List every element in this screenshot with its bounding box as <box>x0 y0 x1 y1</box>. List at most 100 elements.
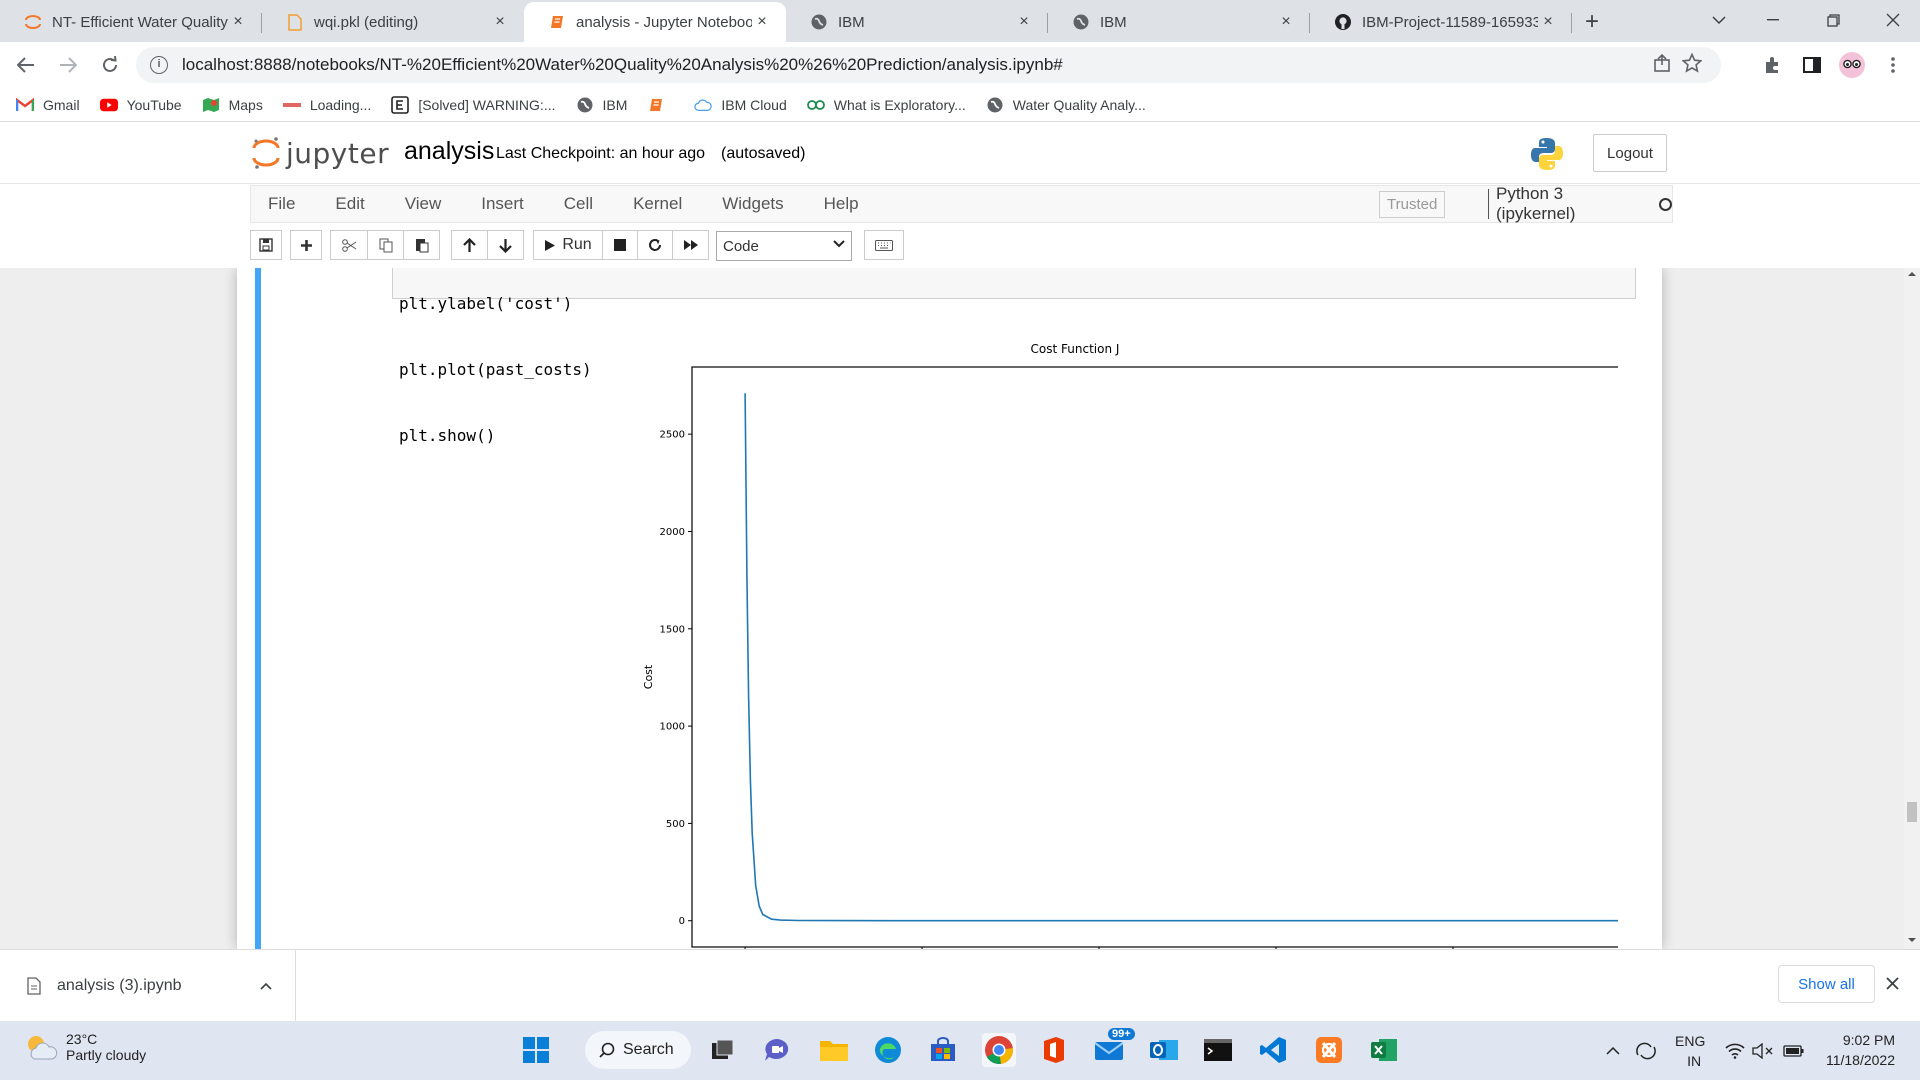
sync-icon[interactable] <box>1634 1021 1658 1080</box>
bookmark-label: IBM Cloud <box>721 96 787 113</box>
show-all-button[interactable]: Show all <box>1778 965 1875 1003</box>
cut-button[interactable] <box>330 230 368 260</box>
tab-search-icon[interactable] <box>1696 0 1742 40</box>
close-icon[interactable]: × <box>752 13 772 31</box>
browser-tab[interactable]: wqi.pkl (editing) × <box>262 2 524 42</box>
trusted-indicator[interactable]: Trusted <box>1379 191 1446 218</box>
copy-button[interactable] <box>367 230 404 260</box>
mail-icon[interactable]: 99+ <box>1092 1026 1137 1067</box>
terminal-icon[interactable] <box>1201 1033 1235 1067</box>
page-scrollbar[interactable] <box>1904 268 1920 949</box>
bookmark-ibm-cloud[interactable]: IBM Cloud <box>694 96 787 114</box>
code-cell-input[interactable]: plt.ylabel('cost') plt.plot(past_costs) … <box>392 268 1636 445</box>
close-icon[interactable]: × <box>1014 13 1034 31</box>
close-icon[interactable]: × <box>228 13 248 31</box>
bookmark-loading[interactable]: Loading... <box>282 96 372 114</box>
wifi-icon[interactable] <box>1725 1021 1745 1080</box>
side-panel-icon[interactable] <box>1796 49 1828 81</box>
menu-icon[interactable] <box>1877 49 1909 81</box>
url-text[interactable]: localhost:8888/notebooks/NT-%20Efficient… <box>182 55 1647 75</box>
office-icon[interactable] <box>1037 1033 1071 1067</box>
vscode-icon[interactable] <box>1256 1033 1290 1067</box>
menu-cell[interactable]: Cell <box>547 194 616 214</box>
command-palette-button[interactable] <box>864 230 904 260</box>
region-code: IN <box>1687 1052 1702 1069</box>
bookmark-solved-warning[interactable]: [Solved] WARNING:... <box>391 95 556 114</box>
restart-button[interactable] <box>637 230 673 260</box>
task-view-icon[interactable] <box>705 1033 739 1067</box>
bookmark-label: Loading... <box>309 96 372 113</box>
bookmark-exploratory[interactable]: What is Exploratory... <box>806 96 966 114</box>
share-icon[interactable] <box>1647 53 1677 77</box>
download-item[interactable]: analysis (3).ipynb <box>0 950 296 1022</box>
store-icon[interactable] <box>926 1033 960 1067</box>
move-up-button[interactable] <box>451 230 488 260</box>
insert-cell-button[interactable] <box>290 230 322 260</box>
weather-widget[interactable]: 23°C Partly cloudy <box>24 1031 146 1063</box>
bookmark-notebook[interactable] <box>647 96 674 114</box>
profile-avatar[interactable] <box>1836 49 1868 81</box>
menu-edit[interactable]: Edit <box>318 194 387 214</box>
bookmark-water-quality[interactable]: Water Quality Analy... <box>986 96 1146 114</box>
outlook-icon[interactable] <box>1147 1033 1181 1067</box>
forward-icon[interactable] <box>50 47 86 83</box>
taskbar-search[interactable]: Search <box>585 1031 691 1069</box>
close-icon[interactable] <box>1886 970 1899 996</box>
tray-chevron-icon[interactable] <box>1606 1021 1620 1080</box>
bookmark-gmail[interactable]: Gmail <box>16 96 80 114</box>
bookmark-youtube[interactable]: YouTube <box>99 96 182 114</box>
menu-kernel[interactable]: Kernel <box>616 194 705 214</box>
interrupt-button[interactable] <box>602 230 638 260</box>
xampp-icon[interactable] <box>1312 1033 1346 1067</box>
logout-button[interactable]: Logout <box>1593 134 1667 172</box>
close-icon[interactable]: × <box>1538 13 1558 31</box>
clock[interactable]: 9:02 PM 11/18/2022 <box>1815 1030 1895 1070</box>
menu-widgets[interactable]: Widgets <box>705 194 806 214</box>
battery-icon[interactable] <box>1783 1021 1805 1080</box>
notebook-icon <box>647 96 665 114</box>
menu-file[interactable]: File <box>251 194 318 214</box>
kernel-indicator[interactable]: Python 3 (ipykernel) <box>1488 184 1672 223</box>
chrome-icon[interactable] <box>982 1033 1016 1067</box>
browser-tab[interactable]: IBM-Project-11589-165933 × <box>1310 2 1572 42</box>
paste-button[interactable] <box>403 230 440 260</box>
new-tab-button[interactable]: + <box>1572 2 1612 42</box>
address-bar[interactable]: i localhost:8888/notebooks/NT-%20Efficie… <box>136 47 1721 83</box>
notebook-name[interactable]: analysis <box>404 137 494 166</box>
menu-help[interactable]: Help <box>807 194 882 214</box>
bookmark-star-icon[interactable] <box>1677 52 1707 78</box>
info-icon[interactable]: i <box>150 56 168 74</box>
extensions-icon[interactable] <box>1756 49 1788 81</box>
save-button[interactable] <box>250 230 282 260</box>
move-down-button[interactable] <box>487 230 524 260</box>
minimize-icon[interactable] <box>1750 0 1796 40</box>
close-window-icon[interactable] <box>1870 0 1916 40</box>
start-icon[interactable] <box>519 1033 553 1067</box>
cell-type-select[interactable]: Code <box>716 231 852 261</box>
bookmark-maps[interactable]: Maps <box>202 96 263 114</box>
close-icon[interactable]: × <box>1276 13 1296 31</box>
language-indicator[interactable]: ENG IN <box>1675 1021 1705 1080</box>
paste-icon <box>415 239 428 253</box>
teams-chat-icon[interactable] <box>760 1033 794 1067</box>
reload-icon[interactable] <box>92 47 128 83</box>
browser-tab[interactable]: NT- Efficient Water Quality × <box>0 2 262 42</box>
volume-muted-icon[interactable] <box>1752 1021 1774 1080</box>
run-button[interactable]: Run <box>533 230 603 260</box>
browser-tab-active[interactable]: analysis - Jupyter Noteboo × <box>524 2 786 42</box>
close-icon[interactable]: × <box>490 13 510 31</box>
bookmark-ibm[interactable]: IBM <box>576 96 627 114</box>
browser-tab[interactable]: IBM × <box>786 2 1048 42</box>
file-explorer-icon[interactable] <box>817 1033 851 1067</box>
menu-insert[interactable]: Insert <box>464 194 547 214</box>
excel-icon[interactable] <box>1367 1033 1401 1067</box>
jupyter-logo[interactable]: jupyter <box>252 135 389 171</box>
restore-icon[interactable] <box>1810 0 1856 40</box>
scissors-icon <box>341 238 356 252</box>
edge-icon[interactable] <box>871 1033 905 1067</box>
browser-tab[interactable]: IBM × <box>1048 2 1310 42</box>
menu-view[interactable]: View <box>388 194 465 214</box>
back-icon[interactable] <box>8 47 44 83</box>
restart-run-all-button[interactable] <box>672 230 709 260</box>
chevron-up-icon[interactable] <box>260 982 272 990</box>
